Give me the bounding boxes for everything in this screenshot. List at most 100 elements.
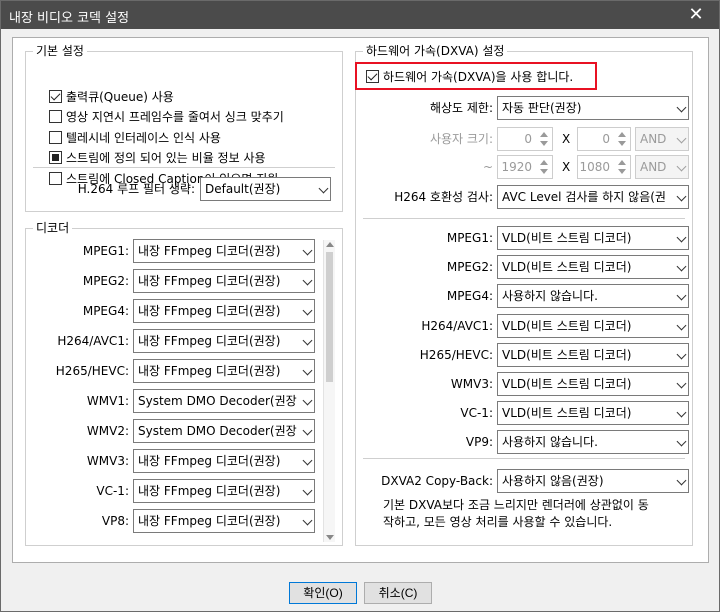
decoder-row-select[interactable]: 내장 FFmpeg 디코더(권장) (133, 449, 315, 473)
basic-option-checkbox[interactable] (49, 130, 62, 144)
basic-option-label: 출력큐(Queue) 사용 (66, 89, 174, 104)
h264-loop-filter-label: H.264 루프 필터 생략: (77, 182, 195, 196)
copyback-description: 기본 DXVA보다 조금 느리지만 렌더러에 상관없이 동 작하고, 모든 영상… (383, 497, 693, 531)
user-size-label: 사용자 크기: (429, 132, 493, 146)
min-op-select[interactable]: AND (635, 127, 689, 151)
spin-arrows-icon[interactable] (538, 158, 550, 176)
hw-row-select[interactable]: VLD(비트 스트림 디코더) (497, 342, 689, 367)
hw-row-value: VLD(비트 스트림 디코더) (502, 377, 632, 391)
resolution-limit-select[interactable]: 자동 판단(권장) (497, 96, 689, 120)
decoder-group-title: 디코더 (33, 220, 73, 236)
spin-arrows-icon[interactable] (616, 158, 628, 176)
copyback-value: 사용하지 않음(권장) (502, 474, 604, 488)
spin-arrows-icon[interactable] (538, 130, 550, 148)
decoder-row-select[interactable]: 내장 FFmpeg 디코더(권장) (133, 479, 315, 503)
scroll-up-icon[interactable] (326, 242, 334, 247)
max-height-value: 1080 (579, 160, 610, 174)
resolution-limit-label: 해상도 제한: (429, 101, 493, 115)
chevron-down-icon (676, 102, 687, 113)
decoder-row-select[interactable]: System DMO Decoder(권장 (133, 389, 315, 413)
decoder-row-select[interactable]: 내장 FFmpeg 디코더(권장) (133, 239, 315, 263)
decoder-row-select[interactable]: System DMO Decoder(권장 (133, 419, 315, 443)
decoder-row-select[interactable]: 내장 FFmpeg 디코더(권장) (133, 359, 315, 383)
decoder-scrollbar[interactable] (323, 240, 335, 542)
chevron-down-icon (318, 183, 329, 194)
hw-row-label: VP9: (465, 435, 493, 450)
basic-option-label: 스트림에 정의 되어 있는 비율 정보 사용 (66, 151, 266, 165)
ok-button[interactable]: 확인(O) (289, 582, 357, 604)
basic-option-row[interactable]: 스트림에 정의 되어 있는 비율 정보 사용 (49, 149, 266, 167)
cancel-button[interactable]: 취소(C) (364, 582, 432, 604)
chevron-down-icon (676, 436, 687, 447)
hw-row-value: 사용하지 않습니다. (502, 289, 598, 304)
window-title: 내장 비디오 코덱 설정 (9, 11, 130, 26)
hw-row-select[interactable]: VLD(비트 스트림 디코더) (497, 313, 689, 338)
chevron-down-icon (676, 320, 687, 331)
hw-row-select[interactable]: VLD(비트 스트림 디코더) (497, 226, 689, 250)
hw-accel-title: 하드웨어 가속(DXVA) 설정 (363, 43, 508, 59)
hw-row-label: H265/HEVC: (419, 347, 493, 362)
h264-compat-value: AVC Level 검사를 하지 않음(권 (502, 190, 666, 204)
h264-loop-filter-select[interactable]: Default(권장) (200, 177, 331, 201)
decoder-row-value: 내장 FFmpeg 디코더(권장) (138, 304, 281, 318)
basic-option-checkbox[interactable] (49, 110, 62, 123)
min-width-spin[interactable]: 0 (497, 127, 553, 151)
decoder-row-select[interactable]: 내장 FFmpeg 디코더(권장) (133, 329, 315, 353)
hw-divider-1 (363, 218, 685, 219)
chevron-down-icon (676, 407, 687, 418)
copyback-select[interactable]: 사용하지 않음(권장) (497, 469, 689, 493)
decoder-row-label: WMV3: (86, 454, 129, 468)
basic-option-row[interactable]: 텔레시네 인터레이스 인식 사용 (49, 128, 221, 146)
max-op-value: AND (640, 160, 667, 174)
h264-compat-select[interactable]: AVC Level 검사를 하지 않음(권 (497, 185, 689, 209)
hw-enable-checkbox-row[interactable]: 하드웨어 가속(DXVA)을 사용 합니다. (366, 67, 573, 85)
hw-row-value: VLD(비트 스트림 디코더) (502, 406, 632, 421)
basic-option-row[interactable]: 영상 지연시 프레임수를 줄여서 싱크 맞추기 (49, 108, 284, 126)
h264-loop-filter-value: Default(권장) (205, 182, 281, 196)
h264-compat-label: H264 호환성 검사: (394, 190, 493, 204)
title-bar[interactable]: 내장 비디오 코덱 설정 ✕ (1, 1, 719, 29)
hw-row-select[interactable]: VLD(비트 스트림 디코더) (497, 255, 689, 280)
hw-row-select[interactable]: 사용하지 않습니다. (497, 430, 689, 455)
chevron-down-icon (676, 290, 687, 301)
basic-option-checkbox[interactable] (49, 151, 62, 164)
hw-row-label: WMV3: (450, 377, 493, 391)
decoder-row-value: System DMO Decoder(권장 (138, 394, 297, 408)
chevron-down-icon (676, 349, 687, 360)
chevron-down-icon (302, 335, 313, 346)
hw-row-select[interactable]: VLD(비트 스트림 디코더) (497, 401, 689, 426)
hw-row-value: 사용하지 않습니다. (502, 435, 598, 450)
max-op-select[interactable]: AND (635, 155, 689, 179)
min-height-spin[interactable]: 0 (577, 127, 631, 151)
chevron-down-icon (302, 365, 313, 376)
hw-enable-checkbox[interactable] (366, 69, 379, 83)
chevron-down-icon (676, 475, 687, 486)
decoder-row-select[interactable]: 내장 FFmpeg 디코더(권장) (133, 509, 315, 533)
hw-row-select[interactable]: VLD(비트 스트림 디코더) (497, 372, 689, 396)
close-icon[interactable]: ✕ (673, 1, 719, 29)
decoder-row-value: 내장 FFmpeg 디코더(권장) (138, 364, 281, 378)
chevron-down-icon (676, 133, 687, 144)
x-separator: X (562, 160, 571, 174)
decoder-row-value: 내장 FFmpeg 디코더(권장) (138, 334, 281, 348)
decoder-row-value: 내장 FFmpeg 디코더(권장) (138, 514, 281, 528)
spin-arrows-icon[interactable] (616, 130, 628, 148)
decoder-row-select[interactable]: 내장 FFmpeg 디코더(권장) (133, 269, 315, 293)
hw-row-label: MPEG4: (446, 289, 493, 304)
basic-option-row[interactable]: 출력큐(Queue) 사용 (49, 87, 174, 105)
decoder-row-select[interactable]: 내장 FFmpeg 디코더(권장) (133, 299, 315, 323)
max-width-spin[interactable]: 1920 (497, 155, 553, 179)
scroll-down-icon[interactable] (326, 535, 334, 540)
basic-settings-title: 기본 설정 (33, 43, 87, 59)
basic-option-checkbox[interactable] (49, 89, 62, 103)
max-width-value: 1920 (501, 160, 532, 174)
max-height-spin[interactable]: 1080 (577, 155, 631, 179)
chevron-down-icon (676, 232, 687, 243)
decoder-row-label: MPEG2: (82, 274, 129, 288)
decoder-row-label: VP8: (101, 514, 129, 528)
hw-row-value: VLD(비트 스트림 디코더) (502, 231, 632, 245)
hw-row-value: VLD(비트 스트림 디코더) (502, 318, 632, 333)
decoder-row-label: H265/HEVC: (55, 364, 129, 378)
scrollbar-thumb[interactable] (326, 252, 333, 382)
hw-row-select[interactable]: 사용하지 않습니다. (497, 284, 689, 309)
